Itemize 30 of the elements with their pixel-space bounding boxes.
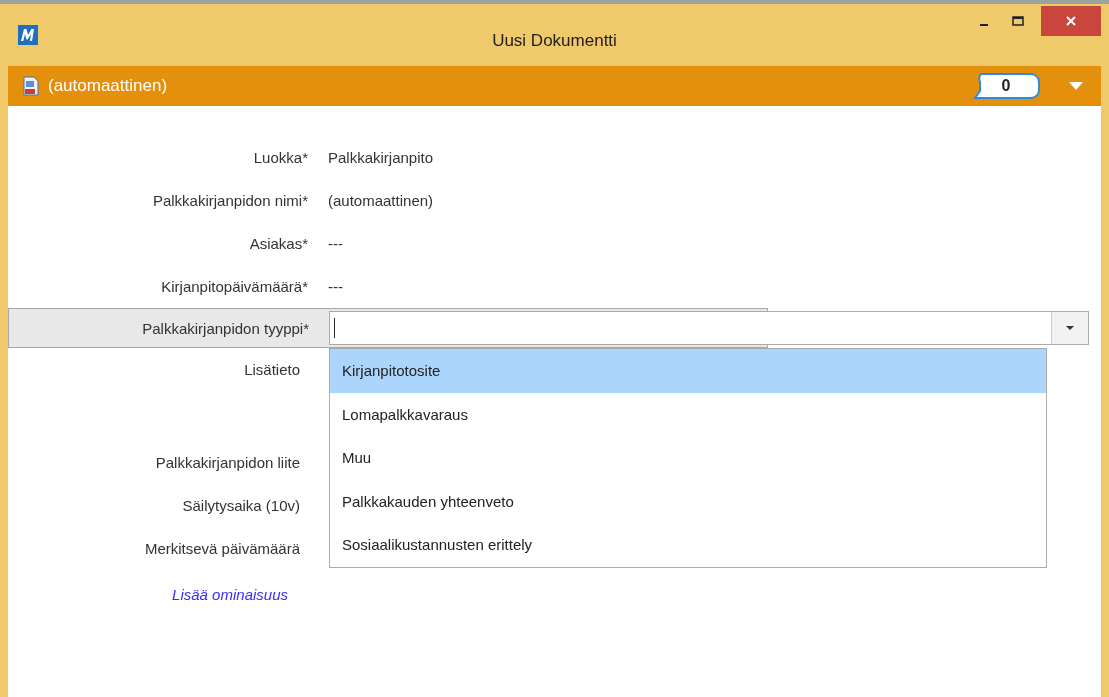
- field-label: Kirjanpitopäivämäärä*: [160, 278, 308, 295]
- type-combobox[interactable]: [329, 311, 1089, 345]
- field-value: Palkkakirjanpito: [328, 149, 434, 166]
- dropdown-option[interactable]: Palkkakauden yhteenveto: [330, 479, 1046, 523]
- window-title: Uusi Dokumentti: [491, 31, 618, 51]
- field-value: ---: [328, 235, 343, 252]
- app-logo-icon: [18, 25, 38, 45]
- field-label: Palkkakirjanpidon liite: [154, 454, 301, 471]
- field-label: Asiakas*: [248, 235, 308, 252]
- field-label: Säilytysaika (10v): [181, 497, 301, 514]
- field-label: Luokka*: [252, 149, 308, 166]
- document-title: (automaattinen): [48, 76, 168, 96]
- text-cursor: [334, 318, 335, 338]
- document-icon: [22, 76, 40, 96]
- dropdown-option[interactable]: Sosiaalikustannusten erittely: [330, 523, 1046, 567]
- maximize-icon: [1012, 16, 1024, 26]
- comment-count-button[interactable]: 0: [971, 71, 1041, 101]
- close-icon: [1065, 15, 1077, 27]
- field-label: Palkkakirjanpidon tyyppi*: [141, 319, 309, 337]
- dropdown-option[interactable]: Muu: [330, 436, 1046, 480]
- field-label: Palkkakirjanpidon nimi*: [151, 192, 308, 209]
- dropdown-option[interactable]: Kirjanpitotosite: [330, 349, 1046, 393]
- minimize-icon: [980, 24, 988, 26]
- field-value: ---: [328, 278, 343, 295]
- dropdown-option[interactable]: Lomapalkkavaraus: [330, 392, 1046, 436]
- field-label: Lisätieto: [243, 361, 301, 378]
- close-button[interactable]: [1041, 6, 1101, 36]
- add-property-link[interactable]: Lisää ominaisuus: [8, 586, 288, 603]
- field-value: (automaattinen): [328, 192, 434, 209]
- field-label: Merkitsevä päivämäärä: [143, 540, 301, 557]
